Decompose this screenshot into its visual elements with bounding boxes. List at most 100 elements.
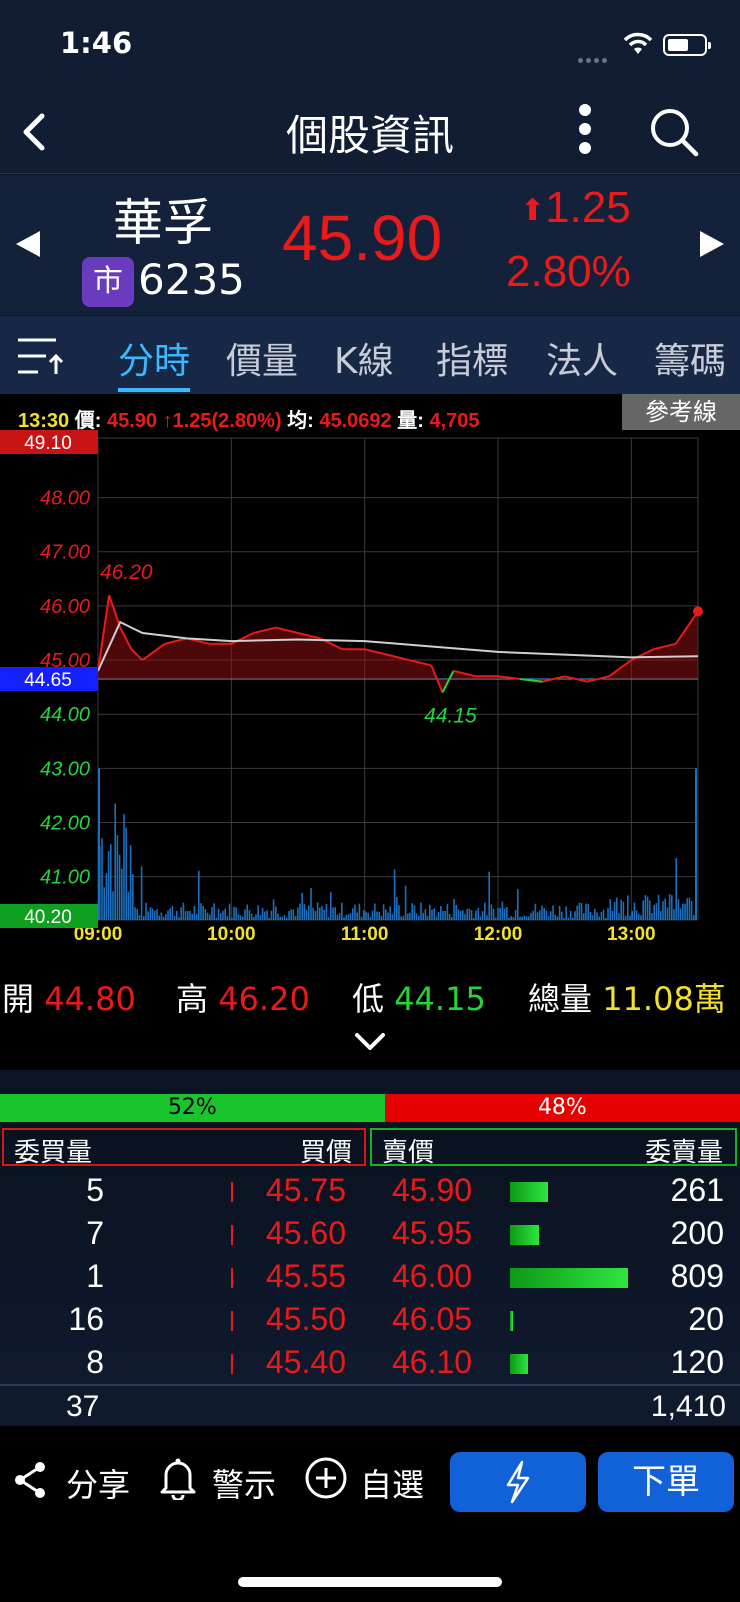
status-bar: 1:46 — [0, 0, 740, 92]
prev-stock-icon[interactable] — [16, 231, 40, 257]
volume-bar — [365, 911, 367, 920]
more-icon[interactable] — [575, 104, 595, 156]
volume-bar — [134, 907, 136, 920]
volume-bar — [638, 913, 640, 920]
volume-bar — [468, 908, 471, 920]
tab-chips[interactable]: 籌碼 — [654, 332, 726, 384]
volume-bar — [213, 903, 215, 920]
ask-volume: 809 — [670, 1258, 724, 1294]
tab-price-volume[interactable]: 價量 — [226, 332, 298, 384]
volume-bar — [173, 915, 176, 920]
volume-bar — [660, 910, 662, 920]
sort-menu-icon[interactable] — [16, 336, 64, 376]
info-price-label: 價: — [74, 410, 102, 432]
watchlist-button[interactable]: 自選 — [360, 1460, 424, 1506]
reference-line-button[interactable]: 參考線 — [622, 394, 740, 430]
volume-bar — [655, 903, 658, 920]
high-annotation: 46.20 — [100, 561, 153, 584]
bid-price[interactable]: 45.40 — [266, 1344, 346, 1381]
volume-bar — [541, 905, 543, 920]
bid-price[interactable]: 45.55 — [266, 1258, 346, 1295]
volume-bar — [151, 908, 154, 920]
battery-icon — [663, 34, 711, 56]
volume-bar — [224, 908, 226, 920]
volume-bar — [369, 917, 372, 920]
y-tick-label: 43.00 — [40, 758, 90, 780]
ask-price[interactable]: 46.00 — [392, 1258, 472, 1295]
bell-icon[interactable] — [158, 1456, 198, 1500]
volume-bar — [569, 910, 572, 920]
volume-bar — [316, 902, 319, 920]
y-tick-label: 41.00 — [40, 867, 90, 889]
volume-bar — [523, 915, 526, 920]
intraday-chart-area[interactable]: 13:30 價: 45.90 ↑1.25(2.80%) 均: 45.0692 量… — [0, 394, 740, 966]
volume-bar — [547, 916, 550, 920]
volume-bar — [217, 908, 220, 920]
volume-bar — [354, 904, 356, 920]
share-icon[interactable] — [12, 1460, 48, 1500]
volume-bar — [345, 915, 347, 920]
volume-bar — [266, 910, 268, 920]
volume-bar — [171, 905, 174, 920]
volume-bar — [204, 909, 207, 920]
volume-bar — [352, 908, 354, 920]
volume-bar — [294, 916, 297, 920]
volume-bar — [349, 913, 352, 920]
volume-bar — [642, 900, 644, 920]
volume-bar — [633, 902, 636, 920]
ask-price[interactable]: 46.05 — [392, 1301, 472, 1338]
order-book-row[interactable]: 16 45.50 46.05 20 — [0, 1299, 740, 1342]
volume-bar — [206, 912, 209, 920]
search-icon[interactable] — [648, 106, 700, 158]
home-indicator — [238, 1577, 502, 1587]
volume-bar — [389, 906, 391, 920]
signal-icon — [578, 48, 610, 67]
add-circle-icon[interactable] — [304, 1456, 348, 1500]
chevron-down-icon[interactable] — [354, 1030, 386, 1054]
stock-change-value: 1.25 — [545, 183, 631, 232]
place-order-button[interactable]: 下單 — [598, 1452, 734, 1512]
volume-bar — [275, 906, 277, 920]
open-value: 44.80 — [44, 980, 136, 1018]
volume-bar — [261, 908, 264, 920]
volume-bar — [675, 857, 677, 920]
tab-kline[interactable]: K線 — [334, 332, 394, 384]
order-book-row[interactable]: 7 45.60 45.95 200 — [0, 1213, 740, 1256]
tab-institutional[interactable]: 法人 — [546, 332, 618, 384]
next-stock-icon[interactable] — [700, 231, 724, 257]
volume-bar — [400, 916, 402, 920]
volume-bar — [308, 905, 310, 920]
bid-price[interactable]: 45.50 — [266, 1301, 346, 1338]
order-book-row[interactable]: 8 45.40 46.10 120 — [0, 1342, 740, 1385]
volume-bar — [424, 909, 427, 920]
alert-button[interactable]: 警示 — [212, 1460, 276, 1506]
tab-indicators[interactable]: 指標 — [436, 332, 508, 384]
quick-order-button[interactable] — [450, 1452, 586, 1512]
volume-bar — [653, 904, 655, 920]
volume-bar — [673, 909, 675, 920]
volume-bar — [277, 913, 279, 920]
volume-bar — [497, 908, 499, 920]
tab-intraday[interactable]: 分時 — [118, 332, 190, 384]
bid-price[interactable]: 45.75 — [266, 1172, 346, 1209]
volume-bar — [618, 913, 620, 920]
volume-bar — [250, 913, 253, 920]
share-button[interactable]: 分享 — [66, 1460, 130, 1506]
volume-bar — [446, 903, 449, 920]
volume-bar — [512, 917, 515, 920]
volume-bar — [286, 917, 288, 920]
volume-bar — [246, 904, 248, 920]
order-book-row[interactable]: 5 45.75 45.90 261 — [0, 1170, 740, 1213]
volume-bar — [640, 915, 642, 920]
chart-info-line: 13:30 價: 45.90 ↑1.25(2.80%) 均: 45.0692 量… — [18, 404, 480, 433]
ask-price[interactable]: 45.95 — [392, 1215, 472, 1252]
bid-price[interactable]: 45.60 — [266, 1215, 346, 1252]
volume-bar — [585, 903, 587, 920]
ask-price[interactable]: 45.90 — [392, 1172, 472, 1209]
ask-price[interactable]: 46.10 — [392, 1344, 472, 1381]
volume-bar — [176, 910, 178, 920]
volume-bar — [545, 910, 548, 920]
order-book-row[interactable]: 1 45.55 46.00 809 — [0, 1256, 740, 1299]
volume-bar — [297, 907, 299, 920]
volume-bar — [413, 905, 416, 920]
